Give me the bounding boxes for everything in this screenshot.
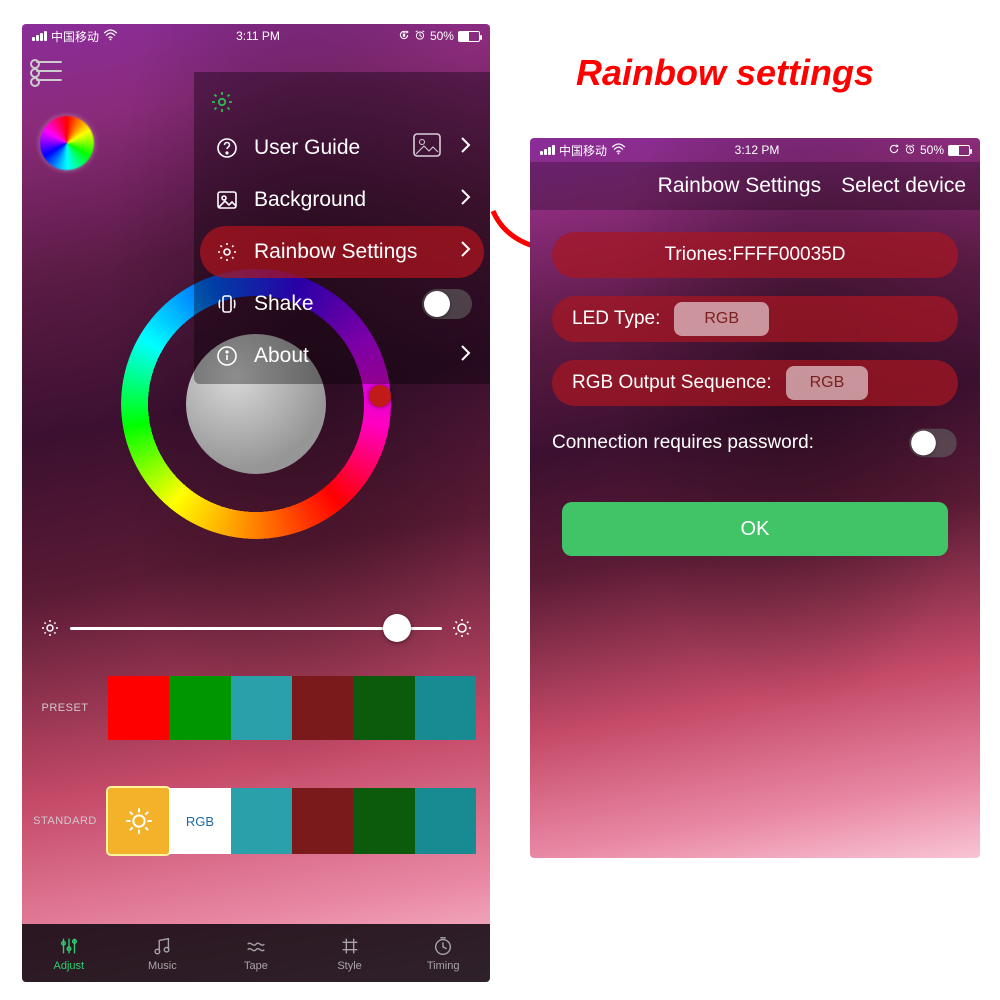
preset-label: PRESET [22, 702, 108, 714]
led-type-row[interactable]: LED Type: RGB [552, 296, 958, 342]
preset-swatch[interactable] [415, 676, 476, 740]
signal-icon [32, 31, 47, 41]
wifi-icon [611, 143, 626, 158]
menu-item-shake[interactable]: Shake [200, 278, 484, 330]
carrier-label: 中国移动 [559, 142, 607, 159]
tab-label: Tape [244, 960, 268, 972]
info-icon [214, 343, 240, 369]
menu-item-label: Background [254, 188, 446, 212]
tab-label: Music [148, 960, 177, 972]
sun-small-icon [40, 618, 60, 638]
shake-icon [214, 291, 240, 317]
preset-row: PRESET [22, 676, 476, 740]
menu-item-background[interactable]: Background [200, 174, 484, 226]
page-title: Rainbow Settings [658, 174, 821, 198]
password-toggle[interactable] [909, 429, 957, 458]
preset-swatch[interactable] [108, 676, 169, 740]
tab-tape[interactable]: Tape [209, 924, 303, 982]
orientation-lock-icon [398, 29, 410, 44]
menu-item-about[interactable]: About [200, 330, 484, 382]
standard-label: STANDARD [22, 815, 108, 827]
output-sequence-value[interactable]: RGB [786, 366, 869, 400]
status-bar: 中国移动 3:12 PM 50% [530, 138, 980, 162]
battery-pct: 50% [920, 143, 944, 157]
tab-adjust[interactable]: Adjust [22, 924, 116, 982]
device-pill[interactable]: Triones:FFFF00035D [552, 232, 958, 278]
battery-pct: 50% [430, 29, 454, 43]
ok-label: OK [741, 518, 770, 541]
menu-item-label: About [254, 344, 446, 368]
right-screenshot: 中国移动 3:12 PM 50% Rainbow Settings Select… [530, 138, 980, 858]
password-row: Connection requires password: [552, 428, 958, 458]
hue-handle[interactable] [369, 385, 391, 407]
alarm-icon [904, 143, 916, 158]
settings-menu: User Guide Background Rainbow Settings S… [194, 72, 490, 384]
standard-row: STANDARD RGB [22, 788, 476, 854]
output-sequence-row[interactable]: RGB Output Sequence: RGB [552, 360, 958, 406]
signal-icon [540, 145, 555, 155]
left-screenshot: 中国移动 3:11 PM 50% [22, 24, 490, 982]
menu-item-rainbow-settings[interactable]: Rainbow Settings [200, 226, 484, 278]
led-type-value[interactable]: RGB [674, 302, 769, 336]
clock: 3:12 PM [735, 143, 780, 157]
password-label: Connection requires password: [552, 432, 814, 454]
ok-button[interactable]: OK [562, 502, 948, 556]
sun-large-icon [452, 618, 472, 638]
device-name: Triones:FFFF00035D [665, 244, 846, 266]
preset-swatch[interactable] [292, 676, 353, 740]
output-sequence-label: RGB Output Sequence: [572, 372, 772, 394]
question-icon [214, 135, 240, 161]
tab-music[interactable]: Music [116, 924, 210, 982]
orientation-lock-icon [888, 143, 900, 158]
select-device-button[interactable]: Select device [841, 174, 966, 198]
screen-header: Rainbow Settings Select device [530, 162, 980, 210]
menu-icon[interactable] [36, 61, 62, 81]
chevron-right-icon [460, 188, 472, 212]
tab-timing[interactable]: Timing [396, 924, 490, 982]
standard-swatch[interactable] [415, 788, 476, 854]
tab-label: Adjust [54, 960, 85, 972]
palette-shortcut-icon[interactable] [40, 116, 94, 170]
gear-icon [214, 239, 240, 265]
image-icon [214, 187, 240, 213]
clock: 3:11 PM [236, 29, 280, 43]
wifi-icon [103, 29, 118, 44]
menu-item-label: Shake [254, 292, 408, 316]
gear-icon[interactable] [210, 90, 234, 119]
tab-label: Timing [427, 960, 460, 972]
alarm-icon [414, 29, 426, 44]
chevron-right-icon [460, 136, 472, 160]
standard-swatch-rgb[interactable]: RGB [169, 788, 230, 854]
shake-toggle[interactable] [422, 289, 472, 319]
slider-track[interactable] [70, 627, 442, 630]
standard-swatch[interactable] [292, 788, 353, 854]
brightness-slider[interactable] [40, 608, 472, 648]
standard-swatch-bulb[interactable] [108, 788, 169, 854]
picture-icon[interactable] [412, 132, 442, 163]
preset-swatch[interactable] [169, 676, 230, 740]
led-type-label: LED Type: [572, 308, 660, 330]
status-bar: 中国移动 3:11 PM 50% [22, 24, 490, 48]
chevron-right-icon [460, 344, 472, 368]
menu-item-label: Rainbow Settings [254, 240, 446, 264]
carrier-label: 中国移动 [51, 28, 99, 45]
slider-thumb[interactable] [383, 614, 411, 642]
tab-style[interactable]: Style [303, 924, 397, 982]
bottom-tab-bar: Adjust Music Tape Style Timing [22, 924, 490, 982]
preset-swatch[interactable] [231, 676, 292, 740]
preset-swatch[interactable] [353, 676, 414, 740]
battery-icon [458, 31, 480, 42]
battery-icon [948, 145, 970, 156]
standard-swatch[interactable] [231, 788, 292, 854]
chevron-right-icon [460, 240, 472, 264]
standard-swatch[interactable] [353, 788, 414, 854]
annotation-title: Rainbow settings [576, 52, 874, 94]
tab-label: Style [337, 960, 361, 972]
